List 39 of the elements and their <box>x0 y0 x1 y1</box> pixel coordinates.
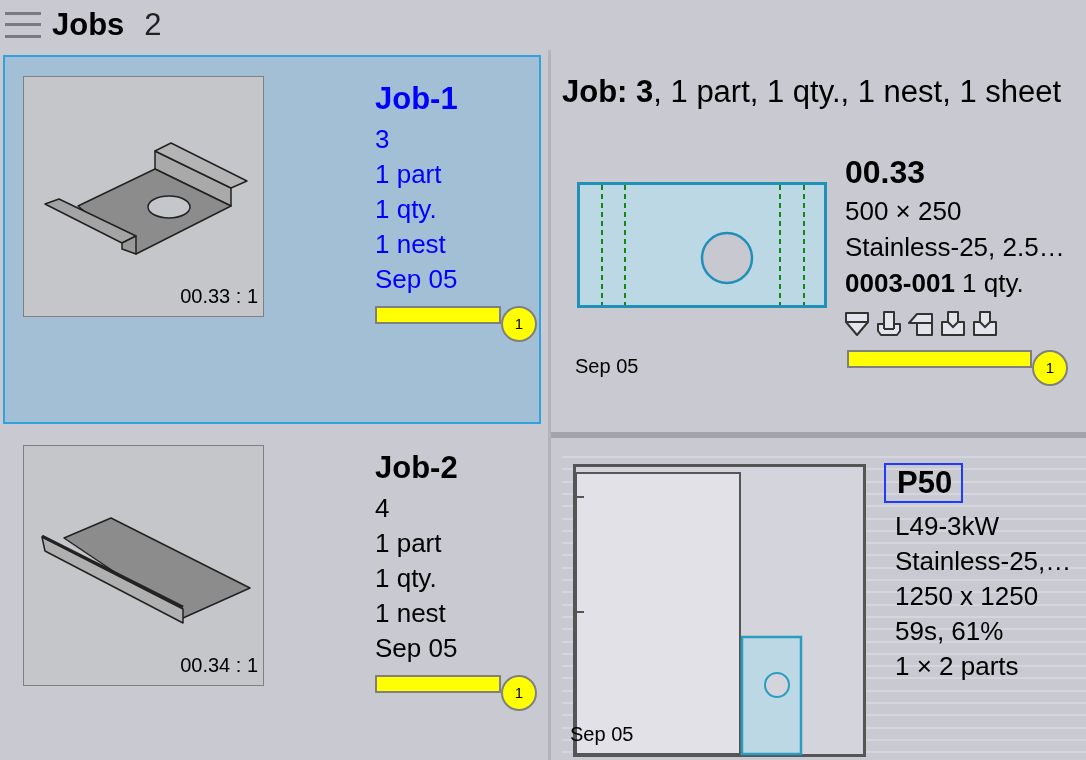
job-number: 3 <box>375 123 391 156</box>
job-card[interactable]: 00.34 : 1 Job-2 4 1 part 1 qty. 1 nest Sep 05 1 <box>3 424 541 760</box>
thumbnail-caption: 00.34 : 1 <box>180 654 258 676</box>
part-count: 1 part <box>375 527 443 560</box>
thumbnail-caption: 00.33 : 1 <box>180 285 258 307</box>
job-card[interactable]: 00.33 : 1 Job-1 3 1 part 1 qty. 1 nest Sep 05 1 <box>3 55 541 424</box>
job-date: Sep 05 <box>375 632 459 665</box>
left-tab-icon <box>907 310 935 338</box>
job-summary: Job: 3, 1 part, 1 qty., 1 nest, 1 sheet <box>562 73 1063 111</box>
menu-icon[interactable] <box>5 12 41 38</box>
part-date: Sep 05 <box>575 354 639 378</box>
count-badge: 1 <box>501 675 537 711</box>
down-arrow-tray-icon <box>971 310 999 338</box>
page-title: Jobs <box>52 6 125 44</box>
wedge-down-icon <box>843 310 871 338</box>
sheet-size: 1250 x 1250 <box>895 580 1040 613</box>
part-size: 500 × 250 <box>845 195 963 228</box>
down-arrow-tray-icon <box>939 310 967 338</box>
quantity: 1 qty. <box>375 193 438 226</box>
nest-name: P50 <box>884 463 964 503</box>
nest-count: 1 nest <box>375 228 447 261</box>
job-name: Job-2 <box>375 449 459 487</box>
nest-count: 1 nest <box>375 597 447 630</box>
quantity: 1 qty. <box>375 562 438 595</box>
job-number: 4 <box>375 492 391 525</box>
part-count: 1 part <box>375 158 443 191</box>
time-usage: 59s, 61% <box>895 615 1005 648</box>
nest-material: Stainless-25,… <box>895 545 1072 578</box>
machine-name: L49-3kW <box>895 510 1001 543</box>
count-badge: 1 <box>1032 350 1068 386</box>
count-badge: 1 <box>501 306 537 342</box>
job-name: Job-1 <box>375 80 459 118</box>
nest-parts: 1 × 2 parts <box>895 650 1020 683</box>
job-date: Sep 05 <box>375 263 459 296</box>
part-name: 00.33 <box>845 153 927 191</box>
part-order: 0003-001 1 qty. <box>845 267 1025 300</box>
job-count: 2 <box>144 6 162 44</box>
t-shape-icon <box>875 310 903 338</box>
part-material: Stainless-25, 2.5… <box>845 231 1066 264</box>
